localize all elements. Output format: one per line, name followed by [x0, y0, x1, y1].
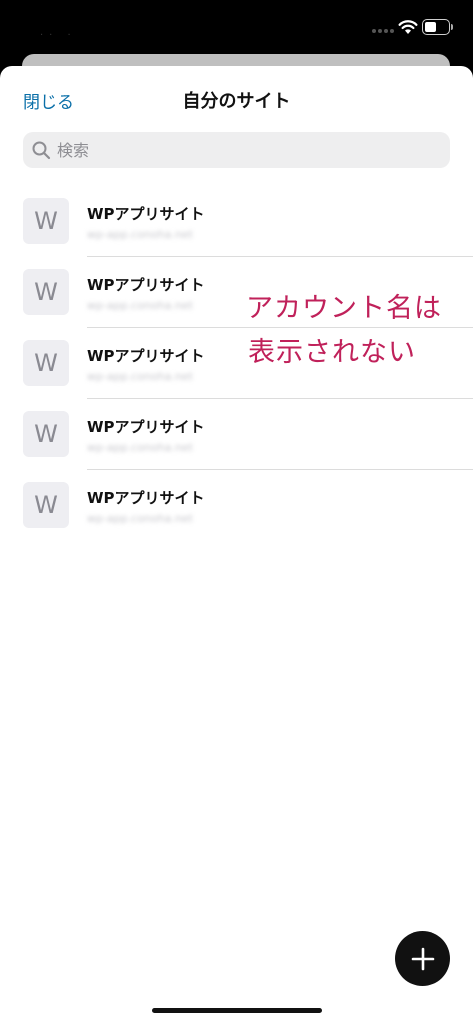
site-url: wp-app.conoha.net	[87, 512, 193, 525]
annotation-line-1: アカウント名は	[246, 293, 442, 324]
site-url: wp-app.conoha.net	[87, 228, 193, 241]
site-list-item[interactable]: W WPアプリサイト wp-app.conoha.net	[0, 399, 473, 470]
site-avatar: W	[23, 198, 69, 244]
status-left-placeholder: ·· ·	[40, 30, 77, 41]
search-bar[interactable]	[23, 132, 450, 168]
site-name: WPアプリサイト	[87, 489, 205, 507]
site-avatar: W	[23, 340, 69, 386]
search-input[interactable]	[57, 140, 450, 160]
home-indicator[interactable]	[152, 1008, 322, 1013]
wifi-icon	[398, 20, 418, 34]
battery-icon	[422, 19, 454, 35]
cellular-signal-icon	[372, 29, 396, 35]
my-sites-sheet: 閉じる 自分のサイト W WPアプリサイト wp-app.conoha.net …	[0, 66, 473, 1024]
status-bar: ·· ·	[0, 0, 473, 56]
site-avatar: W	[23, 482, 69, 528]
close-button[interactable]: 閉じる	[23, 88, 74, 113]
site-name: WPアプリサイト	[87, 418, 205, 436]
search-icon	[32, 141, 51, 160]
site-name: WPアプリサイト	[87, 347, 205, 365]
site-url: wp-app.conoha.net	[87, 370, 193, 383]
site-avatar: W	[23, 411, 69, 457]
screen: ·· · 閉じる 自分のサイト W WPアプリ	[0, 0, 473, 1024]
site-url: wp-app.conoha.net	[87, 441, 193, 454]
site-url: wp-app.conoha.net	[87, 299, 193, 312]
site-list-item[interactable]: W WPアプリサイト wp-app.conoha.net	[0, 186, 473, 257]
site-avatar: W	[23, 269, 69, 315]
add-site-button[interactable]	[395, 931, 450, 986]
plus-icon	[411, 947, 434, 970]
site-list-item[interactable]: W WPアプリサイト wp-app.conoha.net	[0, 470, 473, 541]
annotation-line-2: 表示されない	[248, 337, 416, 368]
site-name: WPアプリサイト	[87, 205, 205, 223]
site-name: WPアプリサイト	[87, 276, 205, 294]
